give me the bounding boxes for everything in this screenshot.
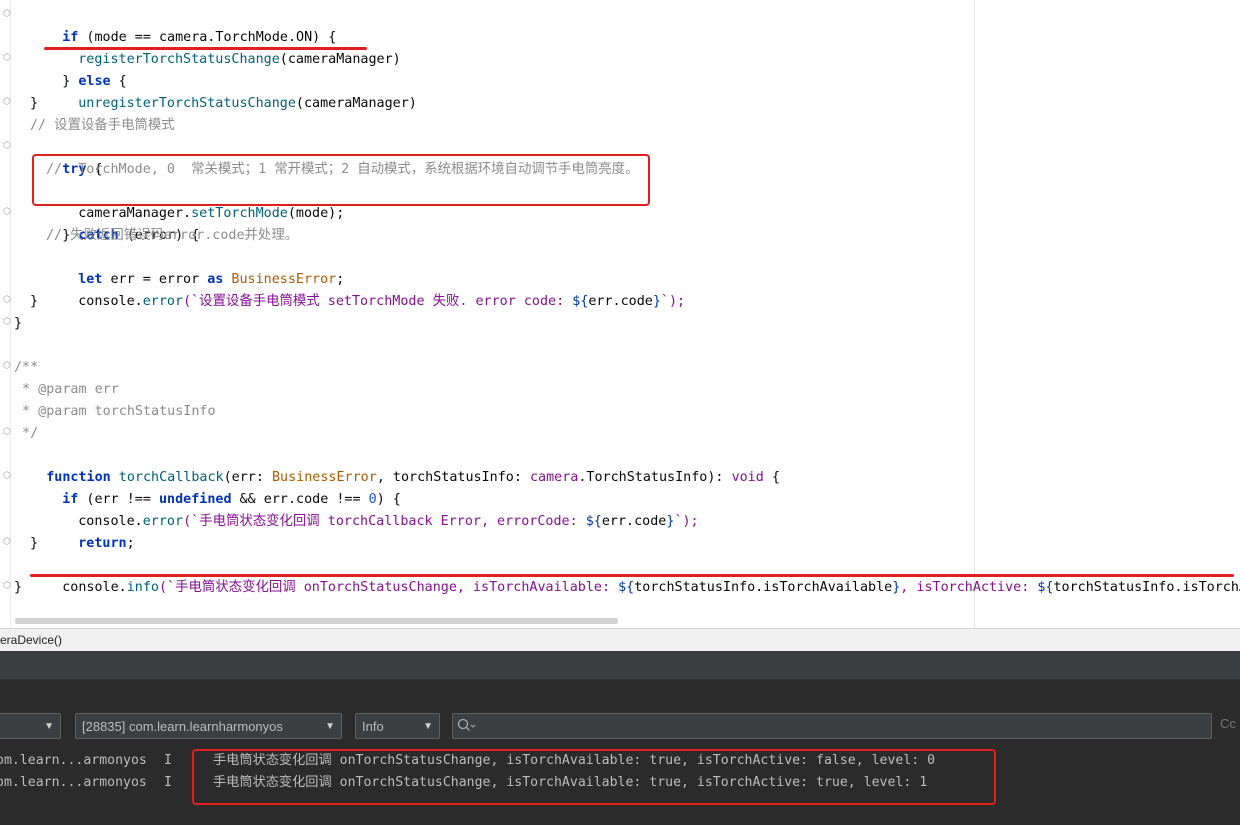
code-line: } catch (error) {: [30, 203, 199, 243]
code-line: unregisterTorchStatusChange(cameraManage…: [46, 71, 417, 111]
code-token: setTorchMode: [191, 206, 288, 221]
code-line: }: [30, 294, 39, 309]
highlight-box: [32, 154, 650, 206]
log-level-select[interactable]: Info ▼: [355, 713, 440, 739]
code-line: }: [30, 536, 39, 551]
code-line: if (mode == camera.TorchMode.ON) {: [30, 5, 336, 45]
code-line: if (err !== undefined && err.code !== 0)…: [62, 492, 401, 507]
process-select[interactable]: [28835] com.learn.learnharmonyos ▼: [75, 713, 342, 739]
code-comment: */: [14, 426, 39, 441]
code-line: }: [14, 580, 23, 595]
code-line: return;: [78, 536, 135, 551]
chevron-down-icon: ▼: [44, 721, 54, 732]
log-level: I: [164, 753, 172, 768]
code-line: function torchCallback(err: BusinessErro…: [46, 470, 780, 485]
highlight-underline: [30, 574, 1234, 577]
code-comment: * @param torchStatusInfo: [14, 404, 216, 419]
highlight-underline: [44, 47, 367, 50]
code-comment: // 设置设备手电筒模式: [30, 118, 175, 133]
code-line: console.error(`手电筒状态变化回调 torchCallback E…: [78, 514, 699, 529]
fold-icon[interactable]: ⬡: [3, 472, 12, 481]
code-token: (cameraManager): [295, 96, 417, 111]
code-token: unregisterTorchStatusChange: [78, 96, 296, 111]
log-tag: om.learn...armonyos: [0, 753, 147, 768]
breadcrumb-item[interactable]: eraDevice(): [0, 633, 62, 647]
fold-icon[interactable]: ⬡: [3, 538, 12, 547]
search-icon: [457, 718, 476, 731]
code-line: }: [30, 96, 39, 111]
chevron-down-icon: ▼: [423, 721, 433, 732]
right-margin-guide: [974, 0, 975, 628]
code-editor[interactable]: ⬡ ⬡ ⬡ ⬡ ⬡ ⬡ ⬡ ⬡ ⬡ ⬡ ⬡ ⬡ if (mode == came…: [0, 0, 1240, 628]
code-comment: /**: [14, 360, 39, 375]
fold-icon[interactable]: ⬡: [3, 54, 12, 63]
log-panel-header: [0, 651, 1240, 679]
match-case-toggle[interactable]: Cc: [1220, 716, 1236, 731]
fold-icon[interactable]: ⬡: [3, 428, 12, 437]
log-output[interactable]: om.learn...armonyos I 手电筒状态变化回调 onTorchS…: [0, 745, 1240, 825]
code-token: (cameraManager): [279, 52, 401, 67]
fold-icon[interactable]: ⬡: [3, 208, 12, 217]
chevron-down-icon: ▼: [325, 721, 335, 732]
code-line: registerTorchStatusChange(cameraManager): [46, 27, 400, 67]
code-token: (mode);: [287, 206, 345, 221]
device-select[interactable]: ▼: [0, 713, 61, 739]
horizontal-scrollbar[interactable]: [15, 618, 618, 624]
log-search-input[interactable]: [452, 713, 1212, 739]
code-line: } else {: [30, 49, 127, 89]
fold-icon[interactable]: ⬡: [3, 296, 12, 305]
log-panel-toolbar: [0, 679, 1240, 710]
code-comment: // 失败返回错误码error.code并处理。: [46, 228, 299, 243]
log-level: I: [164, 775, 172, 790]
fold-icon[interactable]: ⬡: [3, 98, 12, 107]
fold-icon[interactable]: ⬡: [3, 362, 12, 371]
breadcrumb[interactable]: eraDevice(): [0, 628, 1240, 651]
code-comment: * @param err: [14, 382, 119, 397]
code-line: }: [14, 316, 23, 331]
fold-icon[interactable]: ⬡: [3, 582, 12, 591]
fold-icon[interactable]: ⬡: [3, 142, 12, 151]
code-line: console.error(`设置设备手电筒模式 setTorchMode 失败…: [78, 294, 686, 309]
log-tag: om.learn...armonyos: [0, 775, 147, 790]
highlight-box: [192, 749, 996, 805]
fold-icon[interactable]: ⬡: [3, 10, 12, 19]
gutter-guide: [10, 0, 11, 628]
code-line: let err = error as BusinessError;: [78, 272, 345, 287]
fold-icon[interactable]: ⬡: [3, 318, 12, 327]
